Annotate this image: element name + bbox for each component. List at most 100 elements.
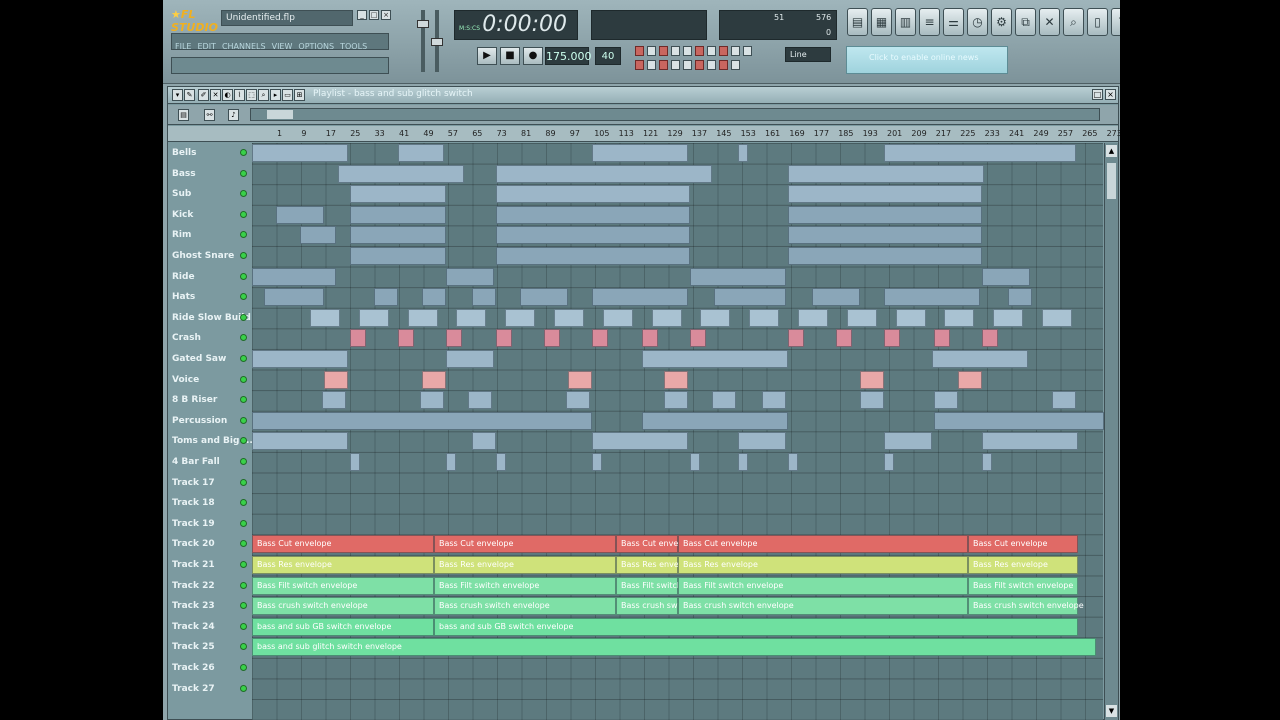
- snap-selector[interactable]: Line: [785, 47, 831, 62]
- close-button[interactable]: ×: [381, 10, 391, 20]
- track-mute-led[interactable]: [240, 581, 247, 589]
- tempo-tapper-icon[interactable]: ◷: [967, 8, 988, 36]
- record-button[interactable]: ●: [523, 47, 543, 65]
- track-mute-led[interactable]: [240, 458, 247, 465]
- tools-icon[interactable]: ✕: [1039, 8, 1060, 36]
- zoom-icon[interactable]: ⌕: [258, 89, 269, 101]
- record-option-toggle[interactable]: [707, 46, 716, 56]
- browser-icon[interactable]: ≡: [919, 8, 940, 36]
- track-row: 8 B Riser: [168, 390, 1103, 411]
- track-mute-led[interactable]: [240, 252, 247, 259]
- maximize-button[interactable]: □: [369, 10, 379, 20]
- track-mute-led[interactable]: [240, 149, 247, 156]
- track-mute-led[interactable]: [240, 313, 247, 321]
- snapshot-tool-icon[interactable]: ▭: [282, 89, 293, 101]
- playlist-close-button[interactable]: ×: [1105, 89, 1116, 100]
- ruler-tick: 49: [423, 129, 434, 138]
- menu-channels[interactable]: CHANNELS: [219, 39, 269, 51]
- track-mute-led[interactable]: [240, 519, 247, 527]
- track-mute-led[interactable]: [240, 684, 247, 692]
- audio-icon[interactable]: ♪: [228, 109, 239, 121]
- record-option-toggle[interactable]: [719, 46, 728, 56]
- record-option-toggle[interactable]: [731, 60, 740, 70]
- delete-icon[interactable]: ✕: [210, 89, 221, 101]
- horizontal-scroll-thumb[interactable]: [267, 110, 293, 119]
- record-option-toggle[interactable]: [635, 60, 644, 70]
- tool-options-icon[interactable]: ⊞: [294, 89, 305, 101]
- track-row: Bells: [168, 143, 1103, 163]
- step-sequencer-icon[interactable]: ▦: [871, 8, 892, 36]
- track-mute-led[interactable]: [240, 169, 247, 177]
- track-mute-led[interactable]: [240, 210, 247, 218]
- vertical-scroll-thumb[interactable]: [1107, 163, 1116, 199]
- playlist-menu-icon[interactable]: ▾: [172, 89, 183, 101]
- stop-button[interactable]: ■: [500, 47, 520, 65]
- scroll-down-icon[interactable]: ▼: [1106, 705, 1117, 717]
- vertical-scrollbar[interactable]: ▲ ▼: [1104, 143, 1118, 720]
- track-mute-led[interactable]: [240, 478, 247, 486]
- track-mute-led[interactable]: [240, 416, 247, 424]
- track-mute-led[interactable]: [240, 664, 247, 671]
- play-button[interactable]: ▶: [477, 47, 497, 65]
- menu-file[interactable]: FILE: [172, 39, 194, 51]
- record-option-toggle[interactable]: [659, 46, 668, 56]
- record-option-toggle[interactable]: [695, 60, 704, 70]
- select-icon[interactable]: ⬚: [246, 89, 257, 101]
- master-volume-knob[interactable]: [417, 20, 429, 28]
- track-mute-led[interactable]: [240, 355, 247, 362]
- pattern-view-icon[interactable]: ▤: [178, 109, 189, 121]
- playlist-icon[interactable]: ▤: [847, 8, 868, 36]
- playback-icon[interactable]: ▸: [270, 89, 281, 101]
- record-option-toggle[interactable]: [743, 46, 752, 56]
- record-option-toggle[interactable]: [695, 46, 704, 56]
- ruler-tick: 241: [1009, 129, 1025, 138]
- playlist-maximize-button[interactable]: □: [1092, 89, 1103, 100]
- online-news-panel[interactable]: Click to enable online news: [846, 46, 1008, 74]
- snapshot-icon[interactable]: ⧉: [1015, 8, 1036, 36]
- record-option-toggle[interactable]: [683, 60, 692, 70]
- record-option-toggle[interactable]: [647, 60, 656, 70]
- pattern-selector[interactable]: 40: [595, 47, 621, 65]
- record-option-toggle[interactable]: [647, 46, 656, 56]
- record-option-toggle[interactable]: [671, 46, 680, 56]
- ruler-tick: 161: [765, 129, 781, 138]
- pencil-icon[interactable]: ✎: [184, 89, 195, 101]
- record-option-toggle[interactable]: [719, 60, 728, 70]
- master-volume-slider[interactable]: [417, 10, 429, 72]
- track-row: Gated Saw: [168, 349, 1103, 369]
- horizontal-scrollbar[interactable]: [250, 108, 1100, 121]
- menu-options[interactable]: OPTIONS: [295, 39, 337, 51]
- record-option-toggle[interactable]: [659, 60, 668, 70]
- track-mute-led[interactable]: [240, 272, 247, 280]
- menu-tools[interactable]: TOOLS: [337, 39, 370, 51]
- track-mute-led[interactable]: [240, 622, 247, 630]
- piano-roll-icon[interactable]: ▥: [895, 8, 916, 36]
- record-option-toggle[interactable]: [683, 46, 692, 56]
- record-option-toggle[interactable]: [707, 60, 716, 70]
- ruler-tick: 17: [325, 129, 336, 138]
- help-icon[interactable]: ?: [1111, 8, 1120, 36]
- record-option-toggle[interactable]: [731, 46, 740, 56]
- record-option-toggle[interactable]: [671, 60, 680, 70]
- mixer-icon[interactable]: ⚌: [943, 8, 964, 36]
- menu-edit[interactable]: EDIT: [194, 39, 218, 51]
- document-icon[interactable]: ▯: [1087, 8, 1108, 36]
- master-pitch-knob[interactable]: [431, 38, 443, 46]
- tempo-display[interactable]: 175.000: [545, 47, 592, 65]
- search-icon[interactable]: ⌕: [1063, 8, 1084, 36]
- slice-icon[interactable]: ⌇: [234, 89, 245, 101]
- plugin-icon[interactable]: ⚙: [991, 8, 1012, 36]
- mute-icon[interactable]: ◐: [222, 89, 233, 101]
- master-pitch-slider[interactable]: [431, 10, 443, 72]
- bar-ruler[interactable]: 1 9 17 25 33 41 49 57 65 73 81 89 97 105 113 121 129 137 1…: [168, 126, 1120, 142]
- track-mute-led[interactable]: [240, 375, 247, 383]
- playlist-window: ▾ ✎ ✐ ✕ ◐ ⌇ ⬚ ⌕ ▸ ▭ ⊞ Playlist - bass an…: [167, 86, 1120, 720]
- menu-view[interactable]: VIEW: [269, 39, 296, 51]
- brush-icon[interactable]: ✐: [198, 89, 209, 101]
- track-mute-led[interactable]: [240, 561, 247, 568]
- link-icon[interactable]: ⚯: [204, 109, 215, 121]
- minimize-button[interactable]: _: [357, 10, 367, 20]
- record-option-toggle[interactable]: [635, 46, 644, 56]
- song-time-display[interactable]: M:S:CS 0:00:00: [454, 10, 578, 40]
- scroll-up-icon[interactable]: ▲: [1106, 145, 1117, 157]
